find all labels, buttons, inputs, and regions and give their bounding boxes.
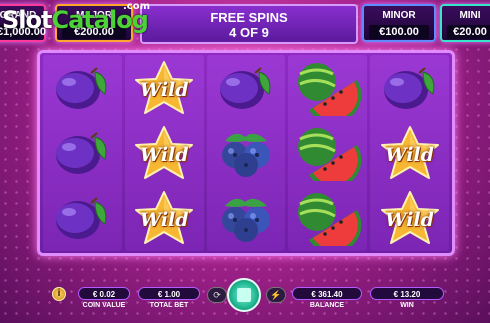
wild-symbol-text: Wild: [139, 78, 189, 101]
win-field: € 13.20: [370, 287, 444, 300]
plum-symbol-icon: [45, 122, 119, 184]
plum-symbol-icon: [209, 57, 283, 119]
wild-symbol-text: Wild: [139, 209, 189, 232]
wild-symbol-text: Wild: [385, 143, 434, 166]
stop-square-icon: [237, 288, 251, 302]
watermelon-symbol-icon: [291, 57, 365, 119]
plum-symbol-icon: [373, 57, 447, 119]
reel-2: Wild Wild Wild: [124, 55, 204, 251]
jackpot-minor-label: MINOR: [382, 10, 416, 21]
free-spins-title: FREE SPINS: [210, 10, 288, 25]
jackpot-mini-value: €20.00: [447, 25, 490, 39]
wild-symbol-icon: Wild: [373, 187, 447, 249]
wild-symbol-icon: Wild: [127, 122, 201, 184]
total-bet-field[interactable]: € 1.00: [138, 287, 200, 300]
watermark-part1: Slot: [2, 6, 52, 34]
spin-button[interactable]: [227, 278, 261, 312]
win-label: WIN: [400, 302, 414, 309]
watermark-suffix: .com: [123, 1, 151, 12]
watermelon-symbol-icon: [291, 187, 365, 249]
info-button[interactable]: i: [52, 287, 66, 301]
balance-field: € 361.40: [292, 287, 362, 300]
autoplay-button[interactable]: ⟳: [207, 287, 227, 303]
jackpot-mini: MINI €20.00: [440, 4, 490, 42]
turbo-button[interactable]: ⚡: [266, 287, 286, 303]
free-spins-progress: 4 OF 9: [229, 25, 269, 40]
balance-label: BALANCE: [309, 302, 345, 309]
reel-5: Wild Wild: [370, 55, 449, 251]
free-spins-banner: FREE SPINS 4 OF 9: [140, 4, 358, 44]
plum-symbol-icon: [45, 57, 119, 119]
coin-value-field[interactable]: € 0.02: [78, 287, 130, 300]
wild-symbol-icon: Wild: [127, 187, 201, 249]
wild-symbol-icon: Wild: [127, 57, 201, 119]
control-bar: i € 0.02 COIN VALUE € 1.00 TOTAL BET ⟳ ⚡…: [0, 270, 490, 323]
jackpot-minor-value: €100.00: [369, 25, 429, 39]
wild-symbol-icon: Wild: [373, 122, 447, 184]
total-bet-label: TOTAL BET: [149, 302, 189, 309]
reel-1: [43, 55, 122, 251]
reel-3: [206, 55, 286, 251]
wild-symbol-text: Wild: [139, 143, 189, 166]
watermelon-symbol-icon: [291, 122, 365, 184]
wild-symbol-text: Wild: [385, 209, 434, 232]
reel-4: [288, 55, 368, 251]
plum-symbol-icon: [45, 187, 119, 249]
coin-value-label: COIN VALUE: [82, 302, 126, 309]
blueberry-symbol-icon: [209, 187, 283, 249]
blueberry-symbol-icon: [209, 122, 283, 184]
jackpot-minor: MINOR €100.00: [362, 4, 436, 42]
watermark-logo: SlotCatalog .com: [2, 1, 150, 34]
jackpot-mini-label: MINI: [459, 10, 481, 21]
reel-grid: Wild Wild Wild Wild Wild: [37, 50, 455, 256]
